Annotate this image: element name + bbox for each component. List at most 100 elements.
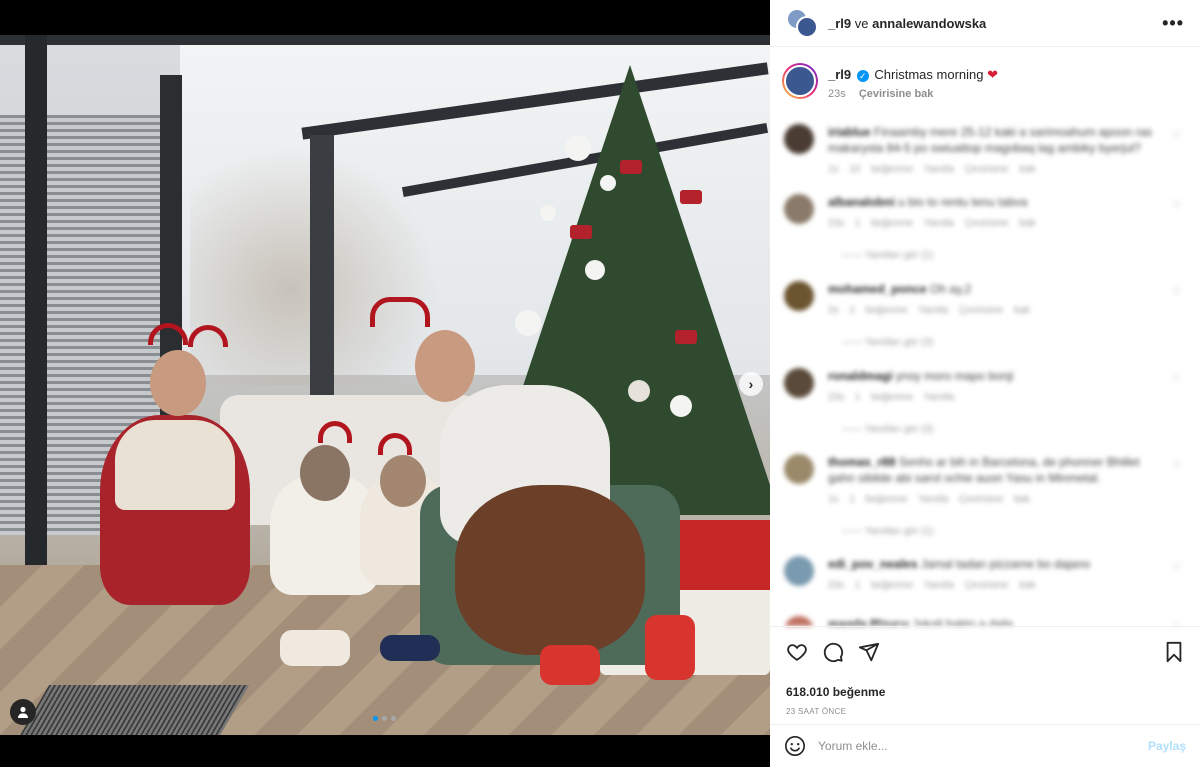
bookmark-icon[interactable] (1164, 641, 1184, 663)
collab-avatars[interactable] (786, 8, 818, 38)
avatar[interactable] (784, 556, 814, 586)
heart-emoji-icon: ❤ (987, 67, 999, 82)
comment-username[interactable]: magda.Plzucu (828, 617, 909, 626)
roof-beam (0, 35, 770, 45)
christmas-sock (645, 615, 695, 680)
comment-meta: 1s 10 beğenme Yanıtla Çevirisine bak (828, 164, 1036, 175)
comment-username[interactable]: mohamed_ponce (828, 282, 927, 296)
head (415, 330, 475, 402)
avatar[interactable] (784, 194, 814, 224)
comment-text: ynsy moro mapo bonji (896, 369, 1014, 383)
caption-meta: 23s Çevirisine bak (828, 88, 998, 100)
head (380, 455, 426, 507)
smiley-icon[interactable] (784, 735, 806, 757)
action-bar: 618.010 beğenme 23 SAAT ÖNCE (770, 626, 1200, 716)
comment-like-icon[interactable]: ♡ (1172, 130, 1184, 194)
ornament (565, 135, 591, 161)
comment-meta: 1s 1 beğenme Yanıtla Çevirisine bak (828, 494, 1030, 505)
translate-link[interactable]: Çevirisine bak (859, 88, 934, 100)
joiner-text: ve (854, 15, 869, 31)
comment-username[interactable]: iriablue (828, 125, 871, 139)
carousel-dot (382, 716, 387, 721)
comment-meta: 23s 1 beğenme Yanıtla (828, 392, 954, 403)
tree-bow (675, 330, 697, 344)
comment-username[interactable]: ronaldmagi (828, 369, 893, 383)
ornament (515, 310, 541, 336)
comment-meta: 23s 1 beğenme Yanıtla Çevirisine bak (828, 218, 1036, 229)
comment-like-icon[interactable]: ♡ (1172, 374, 1184, 438)
comment-bubble-icon[interactable] (822, 641, 844, 663)
head (300, 445, 350, 501)
likes-count[interactable]: 618.010 beğenme (786, 685, 1184, 699)
post-photo[interactable] (0, 35, 770, 735)
caption-time: 23s (828, 88, 846, 100)
avatar[interactable] (784, 124, 814, 154)
christmas-sweater (115, 420, 235, 510)
comment-body: ronaldmagi ynsy moro mapo bonji 23s 1 beğ… (828, 368, 1164, 438)
comment-row: thomas_r88 Senhs ar bih in Barcelona, de… (770, 454, 1200, 540)
comment-username[interactable]: thomas_r88 (828, 455, 895, 469)
comment-like-icon[interactable]: ♡ (1172, 287, 1184, 351)
user-tag-icon (18, 706, 28, 718)
comment-row: iriablue Finaamby mere 25-12 kaki a sari… (770, 124, 1200, 194)
comment-body: magda.Plzucu Jakali bakto a dalis (828, 616, 1164, 626)
username-link[interactable]: annalewandowska (872, 16, 986, 31)
more-horizontal-icon: ••• (1162, 12, 1184, 33)
ornament (540, 205, 556, 221)
story-ring-avatar[interactable] (782, 63, 818, 99)
more-options-button[interactable]: ••• (1162, 13, 1184, 34)
username-link[interactable]: _rl9 (828, 16, 851, 31)
window-frame (25, 35, 47, 595)
paper-plane-icon[interactable] (858, 641, 880, 663)
comment-like-icon[interactable]: ♡ (1172, 562, 1184, 610)
comment-body: iriablue Finaamby mere 25-12 kaki a sari… (828, 124, 1164, 194)
comment-username[interactable]: edi_pov_neales (828, 557, 917, 571)
avatar[interactable] (784, 281, 814, 311)
gift-box (680, 520, 770, 590)
caption-body: Christmas morning (874, 67, 984, 82)
comment-text: Jamal tadan pizzame bo dajano (920, 557, 1091, 571)
comment-row: mohamed_ponce Oh ay,2 2s 2 beğenme Yanıtl… (770, 281, 1200, 351)
ornament (585, 260, 605, 280)
verified-badge-icon: ✓ (856, 69, 869, 82)
sock (380, 635, 440, 661)
collab-usernames: _rl9 ve annalewandowska (828, 16, 986, 31)
ornament (670, 395, 692, 417)
comment-row: magda.Plzucu Jakali bakto a dalis♡ (770, 616, 1200, 626)
tree-bow (620, 160, 642, 174)
dog (455, 485, 645, 655)
heart-outline-icon[interactable] (786, 641, 808, 663)
comment-input[interactable] (818, 739, 1148, 753)
username-link[interactable]: _rl9 (828, 67, 851, 82)
comment-like-icon[interactable]: ♡ (1172, 200, 1184, 264)
post-header: _rl9 ve annalewandowska ••• (770, 0, 1200, 47)
avatar[interactable] (784, 368, 814, 398)
carousel-dot (391, 716, 396, 721)
post-caption: _rl9 ✓ Christmas morning ❤ 23s Çevirisin… (770, 47, 1200, 100)
comment-row: ronaldmagi ynsy moro mapo bonji 23s 1 beğ… (770, 368, 1200, 438)
post-comment-button[interactable]: Paylaş (1148, 739, 1186, 753)
view-replies-link[interactable]: —— Yanıtları gör (3) (842, 422, 1164, 438)
tagged-users-button[interactable] (10, 699, 36, 725)
carousel-indicator (373, 716, 396, 721)
carousel-dot (373, 716, 378, 721)
view-replies-link[interactable]: —— Yanıtları gör (1) (842, 248, 1164, 264)
caption-text: _rl9 ✓ Christmas morning ❤ (828, 66, 998, 84)
view-replies-link[interactable]: —— Yanıtları gör (3) (842, 335, 1164, 351)
avatar[interactable] (784, 454, 814, 484)
comments-list: iriablue Finaamby mere 25-12 kaki a sari… (770, 116, 1200, 626)
comment-meta: 2s 2 beğenme Yanıtla Çevirisine bak (828, 305, 1030, 316)
tree-bow (570, 225, 592, 239)
comment-username[interactable]: albanalobni (828, 195, 895, 209)
comment-like-icon[interactable]: ♡ (1172, 460, 1184, 540)
tree-bow (680, 190, 702, 204)
sock (280, 630, 350, 666)
comment-text: Oh ay,2 (930, 282, 972, 296)
comment-text: u bio to rentu tenu tabva (898, 195, 1028, 209)
avatar[interactable] (784, 616, 814, 626)
view-replies-link[interactable]: —— Yanıtları gör (1) (842, 524, 1164, 540)
comment-body: thomas_r88 Senhs ar bih in Barcelona, de… (828, 454, 1164, 540)
comment-body: edi_pov_neales Jamal tadan pizzame bo da… (828, 556, 1164, 610)
carousel-next-button[interactable]: › (739, 372, 763, 396)
window-frame (310, 135, 334, 395)
